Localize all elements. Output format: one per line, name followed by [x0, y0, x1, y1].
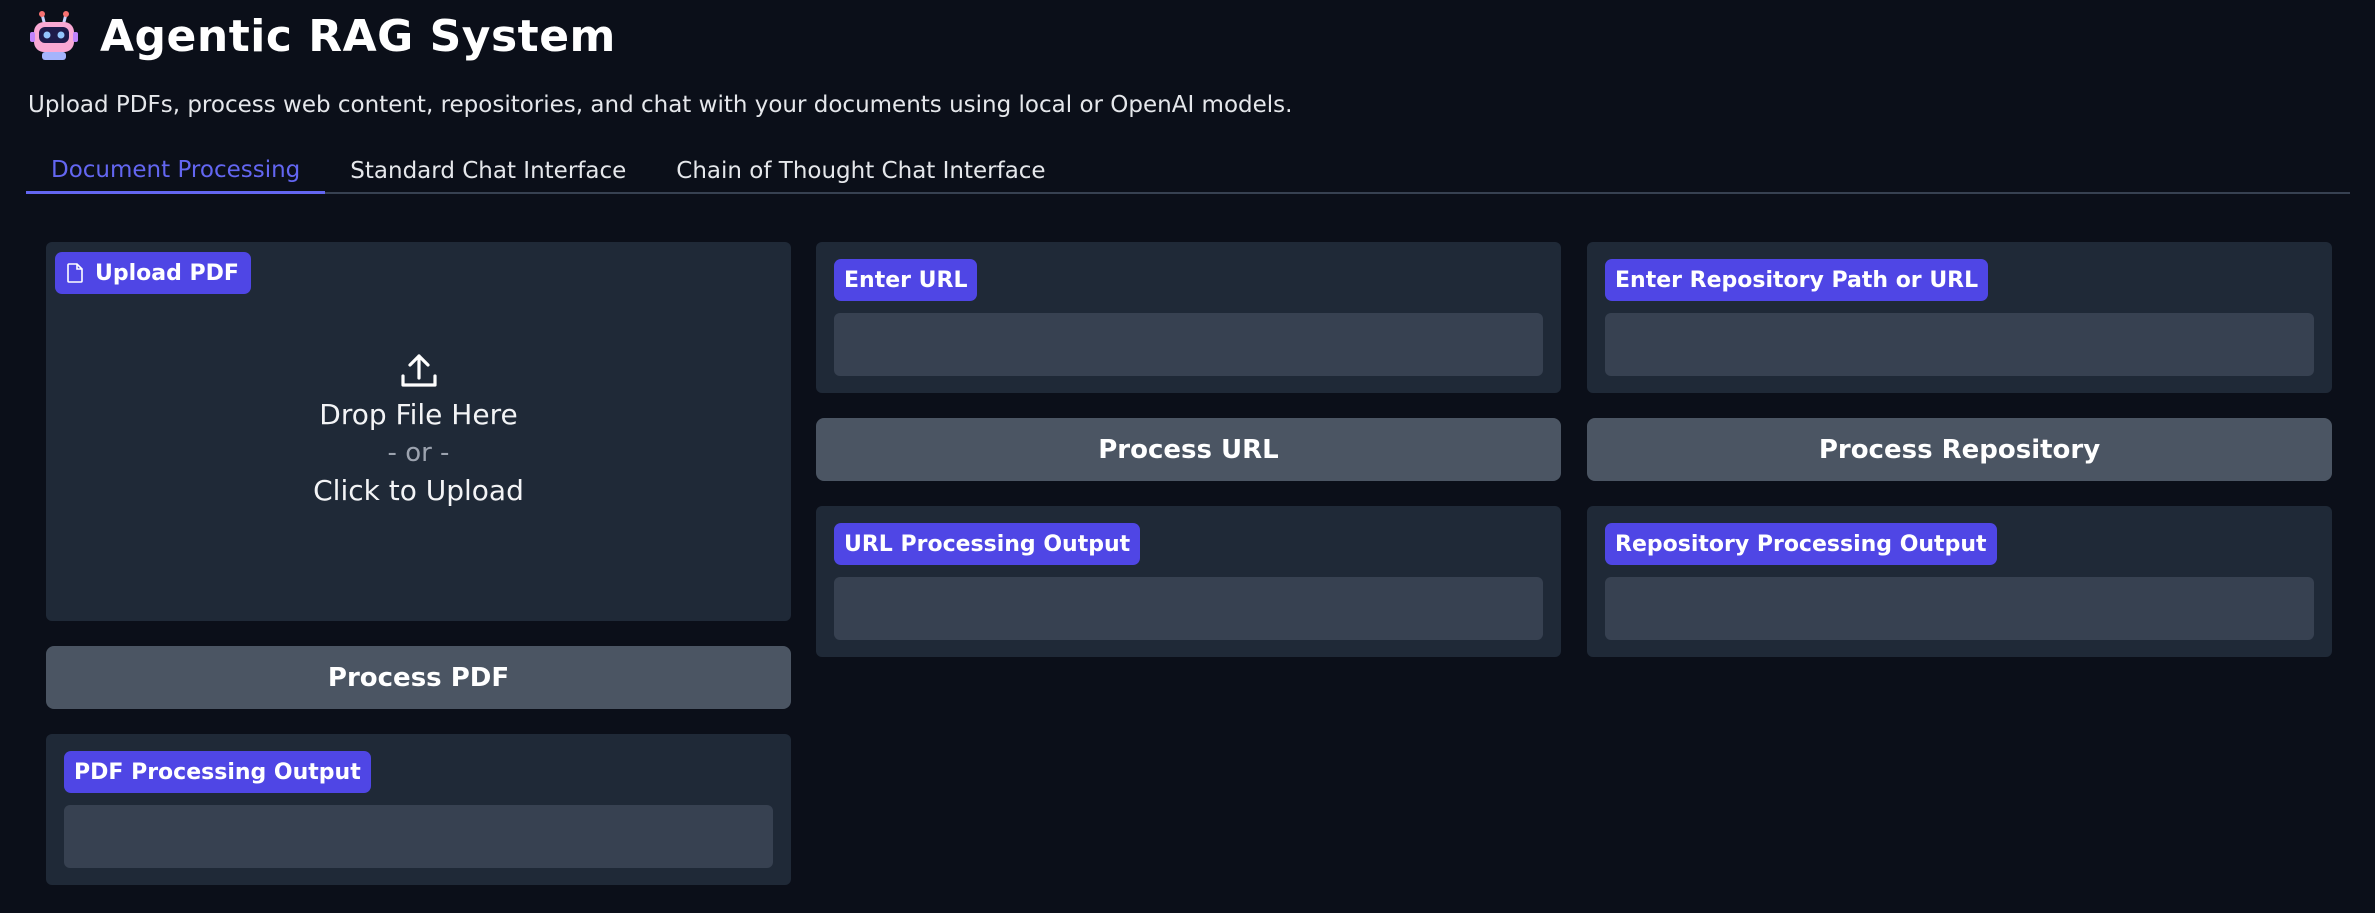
drop-file-text: Drop File Here [319, 398, 518, 431]
or-separator-text: - or - [387, 438, 450, 468]
page-title: Agentic RAG System [100, 10, 616, 62]
tab-document-processing[interactable]: Document Processing [26, 148, 326, 194]
repo-input-panel: Enter Repository Path or URL [1587, 242, 2332, 393]
process-pdf-button[interactable]: Process PDF [46, 646, 791, 709]
click-to-upload-text: Click to Upload [313, 474, 524, 507]
url-output-field[interactable] [834, 577, 1543, 640]
upload-pdf-label: Upload PDF [55, 252, 251, 294]
repo-output-panel: Repository Processing Output [1587, 506, 2332, 657]
process-url-button[interactable]: Process URL [816, 418, 1561, 481]
url-input-label: Enter URL [834, 259, 978, 301]
robot-icon [30, 11, 78, 60]
url-output-label: URL Processing Output [834, 523, 1141, 565]
pdf-output-panel: PDF Processing Output [46, 734, 791, 885]
upload-pdf-label-text: Upload PDF [95, 260, 239, 286]
tab-standard-chat[interactable]: Standard Chat Interface [325, 148, 651, 194]
pdf-upload-dropzone[interactable]: Upload PDF Drop File Here - or - Click t… [46, 242, 791, 621]
page-subtitle: Upload PDFs, process web content, reposi… [28, 92, 1293, 118]
repo-input-label: Enter Repository Path or URL [1605, 259, 1989, 301]
repo-output-label: Repository Processing Output [1605, 523, 1997, 565]
url-input-panel: Enter URL [816, 242, 1561, 393]
pdf-output-field[interactable] [64, 805, 773, 868]
file-icon [67, 263, 83, 283]
url-output-panel: URL Processing Output [816, 506, 1561, 657]
process-repository-button[interactable]: Process Repository [1587, 418, 2332, 481]
repo-output-field[interactable] [1605, 577, 2314, 640]
upload-prompt: Drop File Here - or - Click to Upload [46, 350, 791, 510]
pdf-output-label: PDF Processing Output [64, 751, 371, 793]
url-input[interactable] [834, 313, 1543, 376]
tab-bar: Document Processing Standard Chat Interf… [26, 148, 2350, 194]
upload-icon [400, 354, 437, 387]
tab-chain-of-thought-chat[interactable]: Chain of Thought Chat Interface [651, 148, 1070, 194]
app-header: Agentic RAG System [28, 10, 616, 62]
repo-input[interactable] [1605, 313, 2314, 376]
